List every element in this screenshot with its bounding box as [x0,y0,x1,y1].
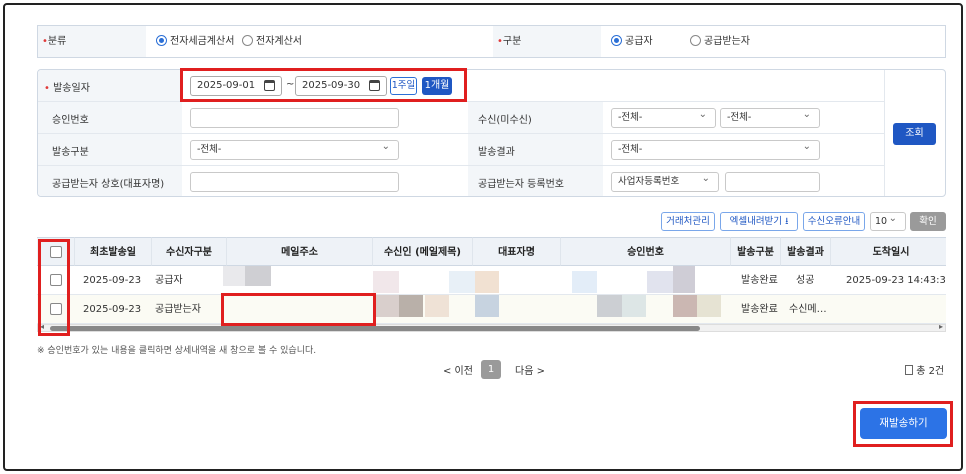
radio-etax[interactable]: 전자세금계산서 [156,26,234,57]
masked-cell [647,271,673,293]
masked-cell [475,271,499,293]
scroll-right-icon[interactable]: ▸ [939,322,943,331]
send-result-select[interactable]: -전체- [611,138,820,160]
radio-empty-icon [690,35,701,46]
excel-download-button[interactable]: 엑셀내려받기 ⭳ [720,212,798,231]
col-header: 메일주소 [227,237,373,266]
resend-highlight [853,401,953,447]
document-icon [905,365,913,375]
col-header: 발송구분 [731,237,781,266]
masked-cell [373,271,399,293]
col-header: 최초발송일 [75,237,152,266]
buyer-reg-label: 공급받는자 등록번호 [478,179,564,190]
prev-page-link[interactable]: < 이전 [443,362,473,377]
masked-cell [572,271,597,293]
checkbox-column-highlight [38,239,70,336]
col-header: 발송결과 [781,237,831,266]
radio-ebill[interactable]: 전자계산서 [242,26,302,57]
masked-cell [475,295,499,317]
send-date-label-wrap: • 발송일자 [44,83,90,94]
page-1-button[interactable]: 1 [481,360,501,379]
next-page-link[interactable]: 다음 > [515,362,545,377]
col-header: 승인번호 [561,237,731,266]
buyer-reg-input[interactable] [725,172,820,192]
results-table: 최초발송일 수신자구분 메일주소 수신인 (메일제목) 대표자명 승인번호 발송… [37,237,946,332]
receive-select-1[interactable]: -전체- [611,106,716,128]
masked-cell [375,295,399,317]
masked-cell [597,295,622,317]
help-note: ※ 승인번호가 있는 내용을 클릭하면 상세내역을 새 창으로 볼 수 있습니다… [37,346,317,356]
masked-cell [399,295,423,317]
masked-cell [673,266,695,293]
radio-supplier[interactable]: 공급자 [611,26,653,57]
total-count: 총 2건 [905,362,944,377]
send-type-label: 발송구분 [52,147,89,158]
mail-cell-highlight [221,293,376,326]
col-header: 수신인 (메일제목) [373,237,473,266]
download-icon: ⭳ [785,216,789,227]
send-result-label: 발송결과 [478,147,515,158]
col-header: 도착일시 [831,237,946,266]
masked-cell [697,295,721,317]
classification-bar: •분류 전자세금계산서 전자계산서 •구분 공급자 공급받는자 [37,25,946,58]
date-range-highlight [180,68,467,102]
radio-buyer[interactable]: 공급받는자 [690,26,750,57]
buyer-reg-type-select[interactable]: 사업자등록번호 [611,170,719,192]
classification-label: 분류 [47,36,67,47]
radio-selected-icon [156,35,167,46]
masked-cell [673,295,697,317]
type-label: 구분 [502,36,522,47]
approval-label: 승인번호 [52,115,89,126]
page-size-select[interactable]: 10 [870,210,906,231]
col-header: 수신자구분 [152,237,227,266]
classification-label-cell: •분류 [38,26,146,57]
search-panel: • 발송일자 승인번호 발송구분 공급받는자 상호(대표자명) 수신(미수신) … [37,69,946,197]
search-button[interactable]: 조회 [893,123,936,145]
approval-input[interactable] [190,108,399,128]
masked-cell [449,271,475,293]
masked-cell [223,266,245,286]
send-type-select[interactable]: -전체- [190,138,399,160]
masked-cell [425,295,449,317]
receive-select-2[interactable]: -전체- [720,106,820,128]
partner-manage-button[interactable]: 거래처관리 [661,212,715,231]
page-size-confirm-button[interactable]: 확인 [910,212,946,231]
radio-selected-icon [611,35,622,46]
receive-error-button[interactable]: 수신오류안내 [803,212,865,231]
receive-label: 수신(미수신) [478,115,532,126]
type-label-cell: •구분 [493,26,601,57]
radio-empty-icon [242,35,253,46]
scrollbar-thumb[interactable] [50,326,700,331]
buyer-name-input[interactable] [190,172,399,192]
table-scrollbar[interactable]: ◂ ▸ [37,322,946,332]
buyer-name-label: 공급받는자 상호(대표자명) [52,179,165,190]
masked-cell [622,295,646,317]
send-date-label: 발송일자 [53,83,90,94]
masked-cell [245,266,271,286]
col-header: 대표자명 [473,237,561,266]
